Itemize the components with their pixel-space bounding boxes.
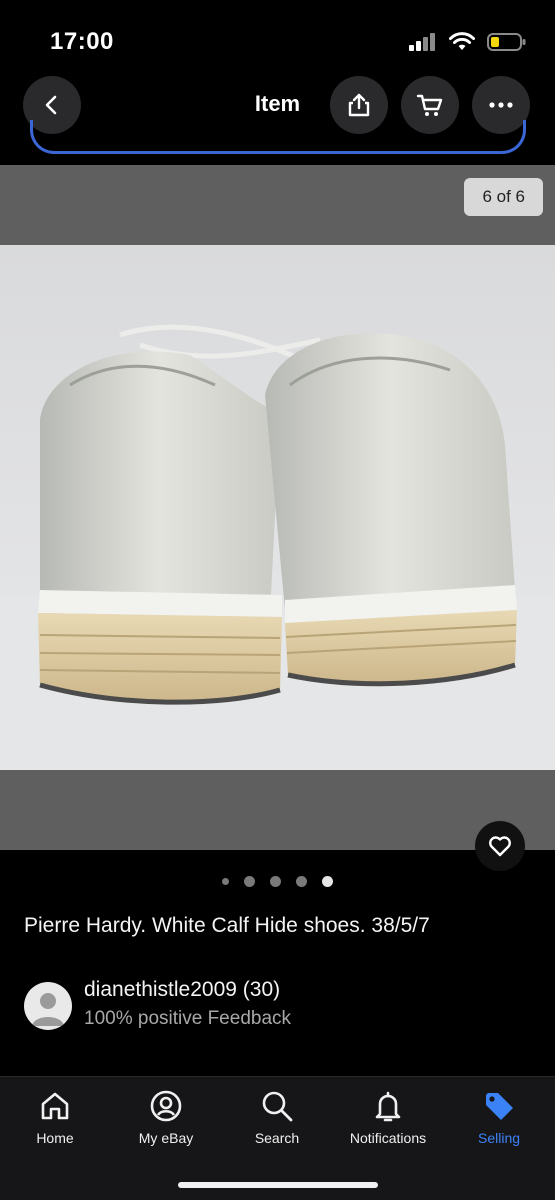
tab-home[interactable]: Home — [0, 1089, 110, 1146]
search-icon — [262, 1091, 293, 1122]
seller-name[interactable]: dianethistle2009 (30) — [84, 978, 291, 1002]
home-icon — [41, 1092, 69, 1120]
cellular-signal-icon — [409, 33, 435, 51]
tab-label: Selling — [477, 1130, 521, 1146]
tab-my-ebay[interactable]: My eBay — [111, 1089, 221, 1146]
bell-icon — [375, 1091, 401, 1122]
tab-label: Notifications — [349, 1130, 427, 1146]
image-pagination — [0, 876, 555, 887]
status-icons — [409, 32, 527, 52]
heart-icon — [489, 836, 511, 857]
pagination-dot — [296, 876, 307, 887]
status-time: 17:00 — [50, 28, 114, 55]
image-counter: 6 of 6 — [464, 178, 543, 216]
pagination-dot — [244, 876, 255, 887]
tab-label: Home — [36, 1130, 74, 1146]
search-bar-edge — [30, 120, 526, 154]
wifi-icon — [449, 32, 475, 50]
tab-notifications[interactable]: Notifications — [333, 1089, 443, 1146]
tab-label: Search — [254, 1130, 300, 1146]
status-bar: 17:00 — [0, 0, 555, 80]
tab-search[interactable]: Search — [222, 1089, 332, 1146]
more-horizontal-icon — [489, 102, 513, 108]
avatar[interactable] — [24, 982, 72, 1030]
pagination-dot — [270, 876, 281, 887]
pagination-dot — [222, 878, 229, 885]
tab-selling[interactable]: Selling — [444, 1089, 554, 1146]
item-title: Pierre Hardy. White Calf Hide shoes. 38/… — [24, 914, 430, 937]
seller-info[interactable]: dianethistle2009 (30) 100% positive Feed… — [24, 978, 291, 1030]
tab-label: My eBay — [138, 1130, 194, 1146]
cart-icon — [416, 94, 443, 116]
user-placeholder-icon — [32, 993, 64, 1026]
user-circle-icon — [150, 1090, 182, 1122]
image-gallery[interactable]: 6 of 6 — [0, 165, 555, 850]
product-photo[interactable] — [0, 245, 555, 770]
seller-feedback: 100% positive Feedback — [84, 1008, 292, 1029]
share-icon — [348, 93, 370, 117]
watch-button[interactable] — [475, 821, 525, 871]
home-indicator — [178, 1182, 378, 1188]
tag-icon — [486, 1093, 513, 1120]
pagination-dot — [322, 876, 333, 887]
battery-icon — [487, 33, 526, 51]
